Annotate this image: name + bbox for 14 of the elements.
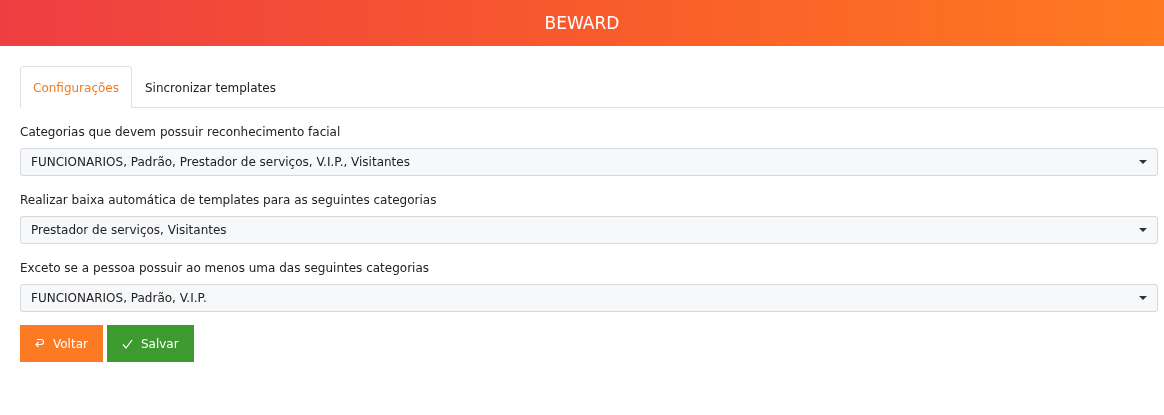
save-button[interactable]: Salvar bbox=[106, 325, 194, 362]
field-label: Realizar baixa automática de templates para as seguintes categorias bbox=[20, 192, 438, 208]
app-title: BEWARD bbox=[544, 13, 620, 33]
select-field[interactable]: Prestador de serviços, Visitantes bbox=[20, 216, 1158, 244]
select-field[interactable]: FUNCIONARIOS, Padrão, V.I.P. bbox=[20, 284, 1158, 312]
caret-icon bbox=[1139, 160, 1147, 164]
tab[interactable]: Sincronizar templates bbox=[131, 66, 289, 108]
check-icon bbox=[121, 338, 133, 349]
return-arrow-icon bbox=[35, 338, 45, 349]
select-field[interactable]: FUNCIONARIOS, Padrão, Prestador de serviços, V.I.P., Visitantes bbox=[20, 148, 1158, 176]
caret-icon bbox=[1139, 296, 1147, 300]
field-label: Categorias que devem possuir reconhecimento facial bbox=[20, 124, 342, 140]
field-label: Exceto se a pessoa possuir ao menos uma das seguintes categorias bbox=[20, 260, 430, 276]
caret-icon bbox=[1139, 228, 1147, 232]
